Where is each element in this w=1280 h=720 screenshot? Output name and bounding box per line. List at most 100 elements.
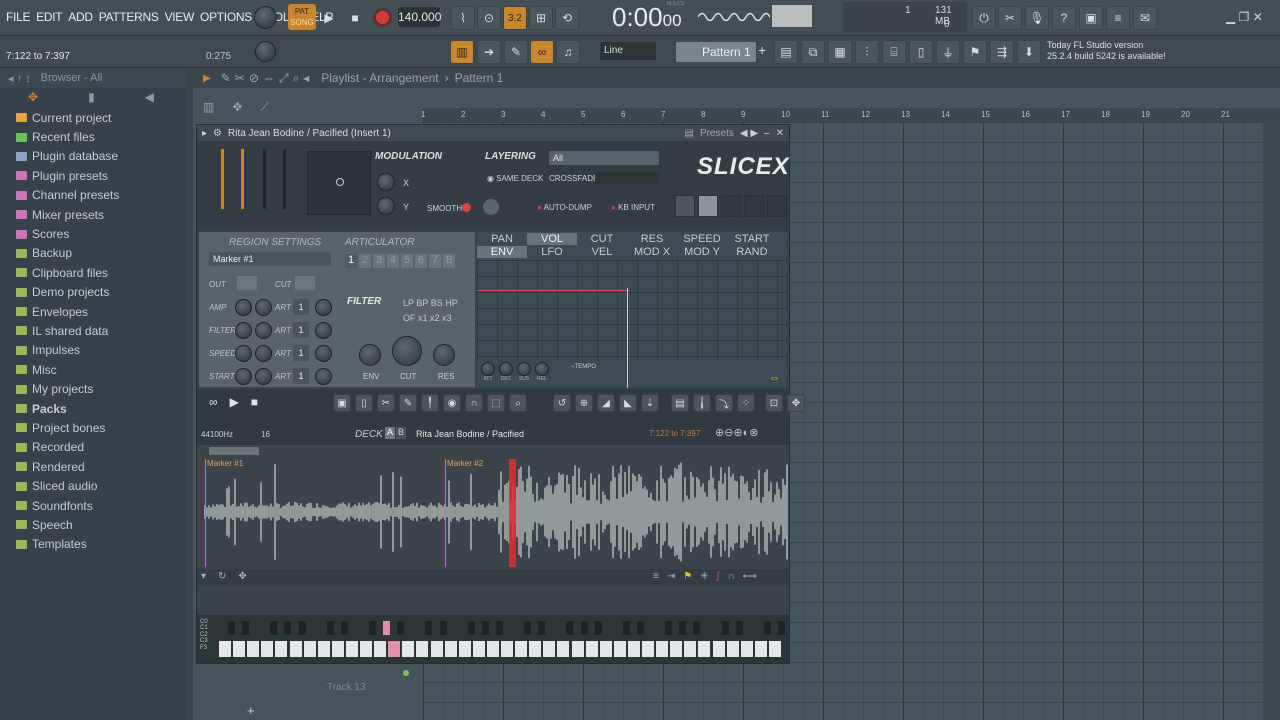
piano-key[interactable]: [679, 621, 687, 635]
slice-tools-icon[interactable]: ✂: [377, 394, 395, 412]
envelope-knob[interactable]: REL: [535, 362, 549, 382]
region-knob[interactable]: [235, 299, 252, 316]
new-sample-icon[interactable]: ▯: [355, 394, 373, 412]
deck-b-button[interactable]: B: [396, 427, 406, 439]
filter-res-knob[interactable]: [433, 344, 455, 366]
piano-key[interactable]: [684, 641, 697, 657]
piano-key[interactable]: [726, 641, 739, 657]
piano-key[interactable]: [594, 621, 602, 635]
plugin-icon[interactable]: ⏚: [936, 40, 960, 64]
menu-edit[interactable]: EDIT: [33, 10, 65, 24]
fade-in-icon[interactable]: ◢: [597, 394, 615, 412]
pat-song-toggle[interactable]: PAT SONG: [288, 4, 316, 30]
marker-tool-icon[interactable]: ╿: [421, 394, 439, 412]
out-slot[interactable]: [237, 276, 257, 290]
track-led[interactable]: [403, 670, 409, 676]
magnet-icon[interactable]: ∩: [465, 394, 483, 412]
piano-key[interactable]: [599, 641, 612, 657]
region-knob[interactable]: [255, 299, 272, 316]
blend-notes-icon[interactable]: ⊞: [529, 6, 553, 30]
browser-arrow-icon[interactable]: ◂ ↑ ↕: [8, 72, 31, 85]
update-download-icon[interactable]: ⬇: [1017, 40, 1041, 64]
maximize-icon[interactable]: ❐: [1239, 10, 1250, 24]
browser-item[interactable]: My projects: [0, 379, 186, 398]
browser-item[interactable]: Mixer presets: [0, 205, 186, 224]
piano-key[interactable]: [430, 641, 443, 657]
articulator-slot[interactable]: 8: [443, 254, 455, 268]
slice-mode-icon[interactable]: ▤: [671, 394, 689, 412]
help-icon[interactable]: ?: [1052, 6, 1076, 30]
art-value[interactable]: 1: [293, 368, 309, 384]
timeline-ruler[interactable]: 1 2 3 4 5 6 7 8 9 10 11 12 13 14 15 16 17 18 19 20 21: [421, 108, 1280, 122]
filter-env-knob[interactable]: [359, 344, 381, 366]
articulation-tab[interactable]: RES: [627, 233, 677, 245]
filter-type-selector[interactable]: LP BP BS HP: [403, 298, 458, 308]
bell-icon[interactable]: ♫: [556, 40, 580, 64]
auto-dump-toggle[interactable]: ● AUTO-DUMP: [537, 203, 592, 212]
select-icon[interactable]: ⬚: [487, 394, 505, 412]
save-sample-icon[interactable]: ▣: [333, 394, 351, 412]
crossfade-selector[interactable]: [595, 172, 659, 184]
articulation-tab[interactable]: VOL: [527, 233, 577, 245]
headphones-icon[interactable]: ∩: [727, 571, 734, 582]
reverse-icon[interactable]: ↺: [553, 394, 571, 412]
piano-key[interactable]: [326, 621, 334, 635]
channel-rack-icon[interactable]: ▦: [828, 40, 852, 64]
play-button[interactable]: ▶: [317, 6, 341, 30]
piano-key[interactable]: [261, 641, 274, 657]
piano-keyboard[interactable]: [219, 619, 785, 659]
menu-file[interactable]: FILE: [3, 10, 33, 24]
browser-item[interactable]: Misc: [0, 360, 186, 379]
piano-key[interactable]: [768, 641, 781, 657]
arrow-right-icon[interactable]: ➔: [477, 40, 501, 64]
browser-item[interactable]: Demo projects: [0, 283, 186, 302]
loop-icon[interactable]: ∞: [209, 395, 218, 409]
same-deck-toggle[interactable]: ◉ SAME DECK: [487, 174, 543, 183]
cut-slot[interactable]: [295, 276, 315, 290]
piano-key[interactable]: [303, 641, 316, 657]
wait-input-icon[interactable]: ⊙: [477, 6, 501, 30]
articulation-tab[interactable]: VEL: [577, 246, 627, 258]
browser-item[interactable]: Impulses: [0, 341, 186, 360]
envelope-knob-dial[interactable]: [535, 362, 549, 376]
layering-dropdown[interactable]: All: [549, 151, 659, 165]
list-icon[interactable]: ≡: [653, 571, 659, 582]
browser-icon[interactable]: ⌸: [882, 40, 906, 64]
piano-key[interactable]: [740, 641, 753, 657]
piano-key[interactable]: [317, 641, 330, 657]
save-icon[interactable]: ▣: [1079, 6, 1103, 30]
news-panel[interactable]: Today FL Studio version 25.2.4 build 524…: [1047, 40, 1166, 62]
mixer-icon[interactable]: ≡: [1106, 6, 1130, 30]
browser-item[interactable]: Backup: [0, 244, 186, 263]
curve-icon[interactable]: ∫: [717, 571, 720, 582]
view-grid-icon[interactable]: [675, 195, 695, 217]
art-value[interactable]: 1: [293, 345, 309, 361]
run-icon[interactable]: ⇣: [641, 394, 659, 412]
close-window-icon[interactable]: ✕: [1253, 10, 1263, 24]
tempo-display[interactable]: 140.000: [398, 7, 441, 27]
browser-item[interactable]: Templates: [0, 535, 186, 554]
piano-key[interactable]: [425, 621, 433, 635]
deck-a-button[interactable]: A: [385, 427, 395, 439]
piano-key[interactable]: [481, 621, 489, 635]
record-button[interactable]: [373, 8, 392, 27]
mod-x-knob[interactable]: [377, 173, 395, 191]
articulator-slot[interactable]: 5: [401, 254, 413, 268]
browser-item[interactable]: Rendered: [0, 457, 186, 476]
eye-icon[interactable]: ◉: [443, 394, 461, 412]
piano-key[interactable]: [388, 641, 401, 657]
preset-prev-icon[interactable]: ◀ ▶: [740, 128, 758, 139]
stop-button[interactable]: ■: [343, 6, 367, 30]
piano-key[interactable]: [566, 621, 574, 635]
region-knob[interactable]: [255, 368, 272, 385]
browser-item[interactable]: Plugin presets: [0, 166, 186, 185]
marker-2-line[interactable]: [445, 459, 446, 567]
menu-add[interactable]: ADD: [65, 10, 95, 24]
kb-input-toggle[interactable]: ● KB INPUT: [611, 203, 655, 212]
piano-key[interactable]: [383, 621, 391, 635]
piano-key[interactable]: [298, 621, 306, 635]
piano-key[interactable]: [416, 641, 429, 657]
move-icon[interactable]: ✥: [238, 571, 246, 582]
region-knob[interactable]: [255, 322, 272, 339]
marker-add-icon[interactable]: ╽: [693, 394, 711, 412]
